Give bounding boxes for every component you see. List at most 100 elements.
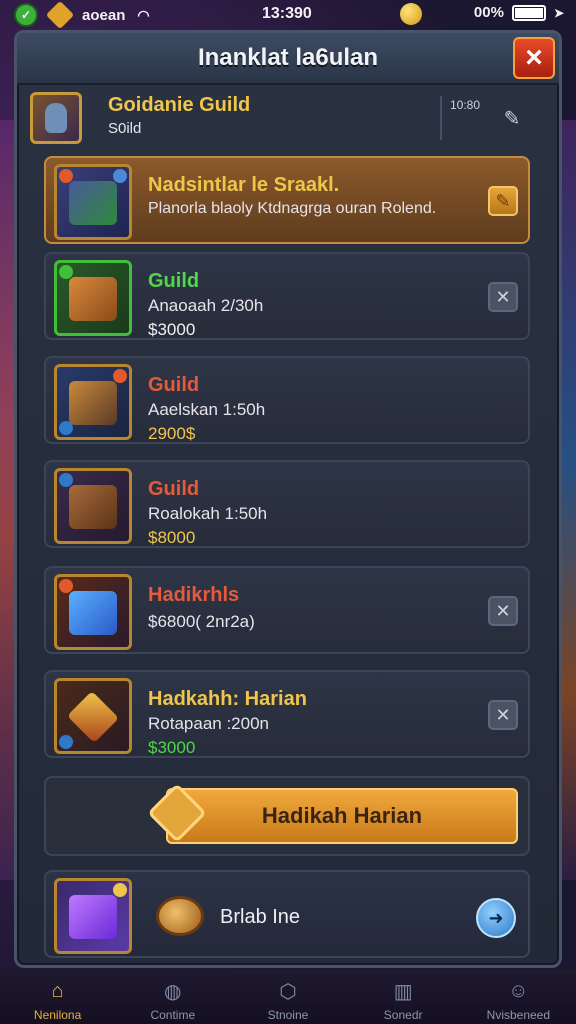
card-title: Guild [148, 270, 200, 292]
shield-icon: ⬡ [279, 980, 297, 1003]
nav-item-profile[interactable]: ☺ Nvisbeneed [463, 970, 573, 1024]
nav-label: Sonedr [383, 1008, 423, 1022]
card-thumbnail [54, 574, 132, 650]
pin-icon[interactable]: ✎ [500, 106, 524, 130]
card-subtitle: Anaoaah 2/30h [148, 296, 264, 315]
page-title: Inanklat la6ulan [197, 44, 379, 71]
bottom-nav: ⌂ Nenilona ◍ Contime ⬡ Stnoine ▥ Sonedr … [0, 970, 576, 1024]
location-icon: ➤ [553, 5, 564, 20]
gift-box-icon [69, 591, 117, 635]
battery-text: 00% [473, 4, 504, 21]
star-badge-icon [113, 883, 127, 897]
gem-icon [45, 0, 75, 30]
go-button[interactable]: ➜ [476, 898, 516, 938]
card-thumbnail [54, 260, 132, 336]
coin-icon [400, 3, 422, 25]
card-subtitle: Aaelskan 1:50h [148, 400, 266, 419]
reward-card[interactable]: Guild Aaelskan 1:50h 2900$ [44, 356, 530, 444]
card-subtitle: Roalokah 1:50h [148, 504, 268, 523]
nav-label: Stnoine [267, 1008, 309, 1022]
blue-badge-icon [59, 473, 73, 487]
card-thumbnail [54, 878, 132, 954]
close-button[interactable]: × [513, 37, 555, 79]
gem-badge-icon [59, 265, 73, 279]
status-time: 13:390 [262, 5, 312, 22]
nav-item-contime[interactable]: ◍ Contime [118, 970, 228, 1024]
chest-icon [156, 896, 204, 936]
fire-icon: ◍ [164, 980, 182, 1003]
panel-header: Inanklat la6ulan × [17, 33, 559, 85]
nav-item-stnoine[interactable]: ⬡ Stnoine [233, 970, 343, 1024]
card-value: $8000 [148, 528, 196, 547]
edit-icon: ✎ [495, 190, 511, 211]
close-icon: ✕ [495, 600, 511, 621]
divider [440, 96, 442, 140]
battery-icon [511, 4, 546, 21]
dismiss-button[interactable]: ✕ [488, 596, 518, 626]
reward-card[interactable]: Guild Roalokah 1:50h $8000 [44, 460, 530, 548]
status-left: ✓ aoean ◠ [14, 0, 150, 30]
edit-button[interactable]: ✎ [488, 186, 518, 216]
fire-badge-icon [59, 579, 73, 593]
crate-icon [69, 485, 117, 529]
claim-button[interactable]: Hadikah Harian [166, 788, 518, 844]
close-icon: × [525, 41, 543, 74]
card-value: $3000 [148, 320, 196, 339]
guild-sub: S0ild [108, 120, 142, 137]
fire-badge-icon [59, 169, 73, 183]
star-badge-icon [113, 169, 127, 183]
profile-icon: ☺ [508, 979, 529, 1002]
card-value: $3000 [148, 738, 196, 757]
claim-bar: Hadikah Harian [44, 776, 530, 856]
card-subtitle: Planorla blaoly Ktdnagrga ouran Rolend. [148, 200, 437, 217]
reward-card[interactable]: Nadsintlar le Sraakl. Planorla blaoly Kt… [44, 156, 530, 244]
card-title: Nadsintlar le Sraakl. [148, 174, 340, 196]
guild-name: Goidanie Guild [108, 94, 251, 116]
warrior-icon [69, 181, 117, 225]
close-icon: ✕ [495, 286, 511, 307]
blue-badge-icon [59, 735, 73, 749]
status-app-label: aoean [82, 6, 126, 24]
dismiss-button[interactable]: ✕ [488, 282, 518, 312]
bottom-label: Brlab Ine [220, 906, 301, 928]
app-badge-icon: ✓ [14, 3, 38, 27]
chest-icon [69, 277, 117, 321]
blue-badge-icon [59, 421, 73, 435]
arrow-icon: ➜ [488, 907, 504, 928]
status-bar: ✓ aoean ◠ 13:390 00% ➤ [0, 0, 576, 30]
card-title: Hadkahh: Harian [148, 688, 307, 710]
card-subtitle: Rotapaan :200n [148, 714, 269, 733]
nav-label: Contime [150, 1008, 196, 1022]
reward-card[interactable]: Hadkahh: Harian Rotapaan :200n $3000 ✕ [44, 670, 530, 758]
card-title: Hadikrhls [148, 584, 240, 606]
card-title: Guild [148, 374, 200, 396]
card-value: 2900$ [148, 424, 196, 443]
nav-item-home[interactable]: ⌂ Nenilona [3, 970, 113, 1024]
card-thumbnail [54, 678, 132, 754]
crystal-icon [66, 690, 120, 744]
shield-item-icon [69, 381, 117, 425]
card-thumbnail [54, 364, 132, 440]
reward-card[interactable]: Hadikrhls $6800( 2nr2a) ✕ [44, 566, 530, 654]
wifi-icon: ◠ [137, 6, 150, 23]
guild-time: 10:80 [450, 98, 481, 112]
card-thumbnail [54, 468, 132, 544]
card-thumbnail [54, 164, 132, 240]
card-subtitle: $6800( 2nr2a) [148, 612, 255, 631]
close-icon: ✕ [495, 704, 511, 725]
chart-icon: ▥ [393, 980, 413, 1003]
bottom-reward-row[interactable]: Brlab Ine ➜ [44, 870, 530, 958]
guild-info-row: Goidanie Guild S0ild 10:80 ✎ [30, 88, 546, 148]
nav-label: Nvisbeneed [486, 1008, 551, 1022]
guild-avatar[interactable] [30, 92, 82, 144]
gift-box-icon [69, 895, 117, 939]
nav-item-sonedr[interactable]: ▥ Sonedr [348, 970, 458, 1024]
reward-card[interactable]: Guild Anaoaah 2/30h $3000 ✕ [44, 252, 530, 340]
status-right: 00% ➤ [474, 4, 564, 21]
dismiss-button[interactable]: ✕ [488, 700, 518, 730]
card-title: Guild [148, 478, 200, 500]
home-icon: ⌂ [51, 979, 64, 1002]
claim-button-label: Hadikah Harian [261, 803, 423, 828]
rose-badge-icon [113, 369, 127, 383]
nav-label: Nenilona [33, 1008, 82, 1022]
